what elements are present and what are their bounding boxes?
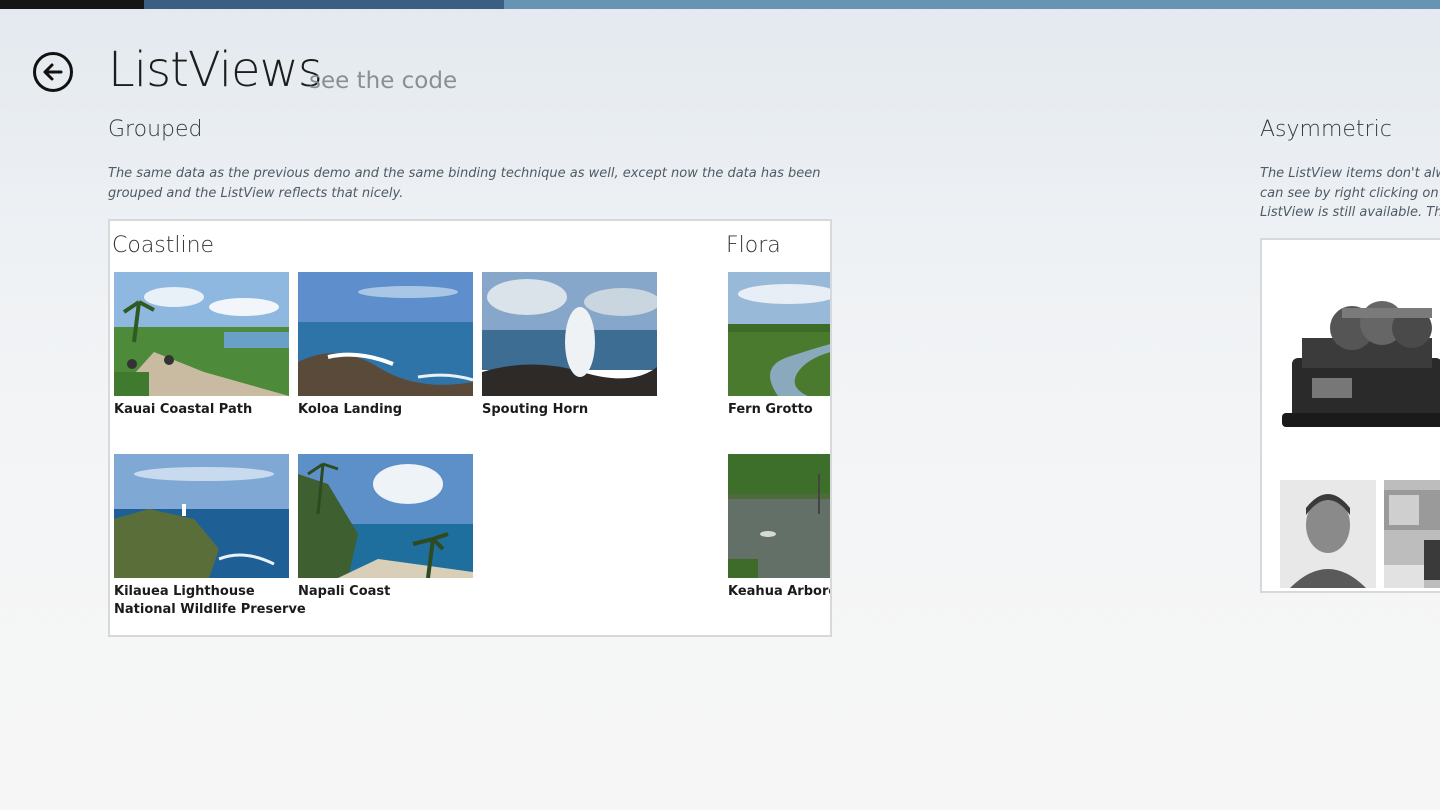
back-arrow-icon — [43, 63, 63, 81]
asymmetric-description: The ListView items don't alw can see by … — [1260, 164, 1440, 223]
asymmetric-description-line-1: The ListView items don't alw — [1260, 166, 1440, 181]
photo-thumbnail — [728, 454, 830, 578]
grouped-description-line-1: The same data as the previous demo and t… — [108, 166, 821, 181]
list-item[interactable]: Keahua Arboretu — [728, 454, 830, 601]
item-caption: Koloa Landing — [298, 402, 403, 417]
item-caption: Fern Grotto — [728, 402, 813, 417]
photo-thumbnail — [114, 272, 289, 396]
asymmetric-section-title: Asymmetric — [1260, 117, 1392, 142]
progress-segment-light — [504, 0, 1440, 9]
grouped-listview[interactable]: Coastline Flora Kauai Coastal Path Koloa… — [108, 219, 832, 637]
list-item[interactable]: Fern Grotto — [728, 272, 830, 419]
list-item[interactable]: Napali Coast — [298, 454, 473, 601]
item-caption: Kauai Coastal Path — [114, 402, 253, 417]
group-header-flora[interactable]: Flora — [726, 233, 781, 258]
grouped-section-title: Grouped — [108, 117, 203, 142]
app-progress-bar — [0, 0, 1440, 9]
see-the-code-link[interactable]: see the code — [309, 68, 457, 94]
list-item[interactable]: Koloa Landing — [298, 272, 473, 419]
photo-thumbnail — [298, 272, 473, 396]
group-header-coastline[interactable]: Coastline — [112, 233, 214, 258]
item-caption: Napali Coast — [298, 584, 391, 599]
photo-thumbnail — [298, 454, 473, 578]
photo-thumbnail — [482, 272, 657, 396]
back-button[interactable] — [33, 52, 73, 92]
typewriter-machine-image[interactable] — [1282, 268, 1440, 448]
item-caption: Spouting Horn — [482, 402, 589, 417]
item-caption-line-1: Kilauea Lighthouse — [114, 584, 255, 599]
page-title: ListViews — [108, 42, 323, 98]
item-caption: Kilauea Lighthouse National Wildlife Pre… — [114, 583, 306, 619]
asymmetric-listview[interactable] — [1260, 238, 1440, 593]
photo-thumbnail — [114, 454, 289, 578]
photo-thumbnail — [728, 272, 830, 396]
item-caption-line-2: National Wildlife Preserve — [114, 602, 306, 617]
list-item[interactable]: Kilauea Lighthouse National Wildlife Pre… — [114, 454, 306, 619]
item-caption: Keahua Arboretu — [728, 584, 830, 599]
progress-segment-mid — [144, 0, 504, 9]
computer-room-image[interactable] — [1384, 480, 1440, 588]
list-item[interactable]: Spouting Horn — [482, 272, 657, 419]
asymmetric-description-line-2: can see by right clicking on — [1260, 185, 1439, 201]
progress-segment-dark — [0, 0, 144, 9]
portrait-image[interactable] — [1280, 480, 1376, 588]
asymmetric-description-line-3: ListView is still available. Th — [1260, 205, 1440, 220]
grouped-description-line-2: grouped and the ListView reflects that n… — [108, 185, 404, 201]
list-item[interactable]: Kauai Coastal Path — [114, 272, 289, 419]
grouped-description: The same data as the previous demo and t… — [108, 164, 828, 203]
